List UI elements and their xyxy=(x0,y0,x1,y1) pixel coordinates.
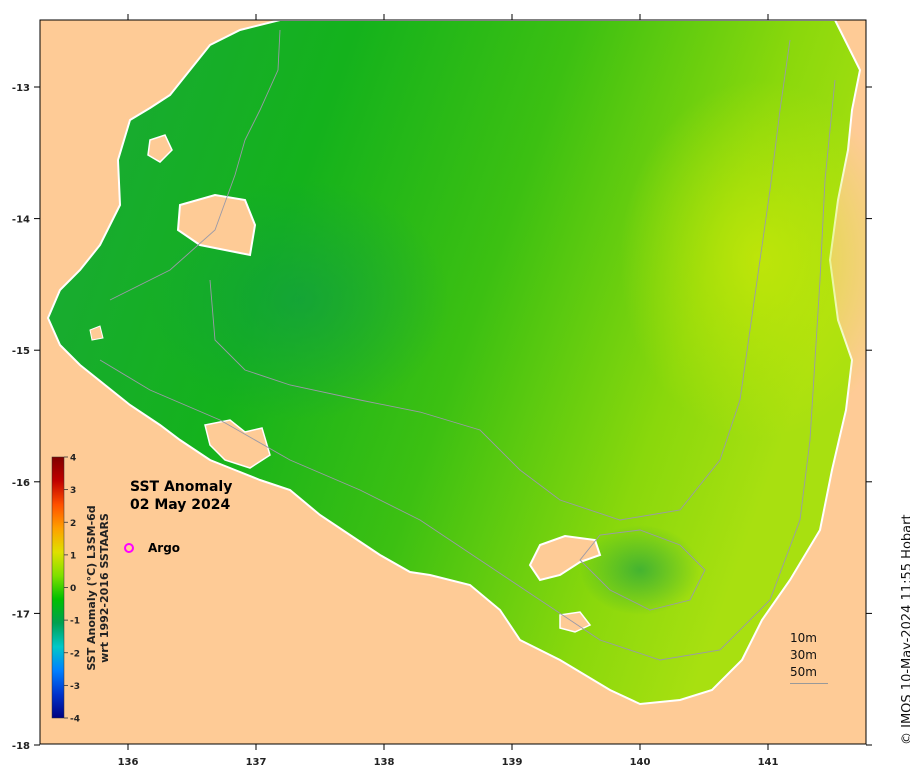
map-panel xyxy=(40,20,866,744)
map-figure: 136 137 138 139 140 141 -13-14-15-16-17-18 43… xyxy=(12,14,872,768)
colorbar-tick-label: 0 xyxy=(70,584,76,594)
depth-label-50: 50m xyxy=(790,665,817,679)
cool-anomaly-south xyxy=(580,525,700,615)
title-line-2: 02 May 2024 xyxy=(130,497,231,513)
lon-tick-label: 140 xyxy=(630,757,651,768)
argo-legend: Argo xyxy=(124,541,180,555)
lon-tick-label: 139 xyxy=(502,757,523,768)
colorbar-tick-label: -3 xyxy=(70,682,80,692)
argo-label: Argo xyxy=(148,541,181,555)
lat-tick-label: -14 xyxy=(12,215,30,226)
colorbar-bar xyxy=(51,456,65,719)
lat-tick-label: -18 xyxy=(12,741,30,752)
depth-legend: 10m 30m 50m xyxy=(790,630,828,684)
lat-tick-label: -16 xyxy=(12,478,30,489)
credit-text: © IMOS 10-May-2024 11:55 Hobart xyxy=(900,514,910,745)
colorbar-tick-label: -2 xyxy=(70,649,80,659)
depth-legend-line xyxy=(790,683,828,684)
colorbar-tick-label: -4 xyxy=(70,715,80,725)
map-title: SST Anomaly 02 May 2024 xyxy=(130,478,232,514)
title-line-1: SST Anomaly xyxy=(130,479,233,495)
colorbar-label-1: SST Anomaly (°C) L3SM-6d xyxy=(85,505,98,670)
lat-tick-label: -13 xyxy=(12,83,30,94)
colorbar-tick-label: -1 xyxy=(70,617,80,627)
colorbar-tick-label: 4 xyxy=(70,454,76,464)
lon-tick-label: 141 xyxy=(758,757,779,768)
lat-tick-label: -15 xyxy=(12,346,30,357)
colorbar-label-2: wrt 1992-2016 SSTAARS xyxy=(98,513,111,663)
lon-tick-label: 138 xyxy=(374,757,395,768)
depth-label-30: 30m xyxy=(790,648,817,662)
lon-tick-label: 137 xyxy=(246,757,267,768)
colorbar-tick-label: 1 xyxy=(70,551,76,561)
colorbar-tick-label: 3 xyxy=(70,486,76,496)
lat-tick-label: -17 xyxy=(12,609,30,620)
argo-marker-icon xyxy=(124,542,134,553)
depth-label-10: 10m xyxy=(790,631,817,645)
colorbar-tick-label: 2 xyxy=(70,519,76,529)
lon-tick-label: 136 xyxy=(118,757,139,768)
